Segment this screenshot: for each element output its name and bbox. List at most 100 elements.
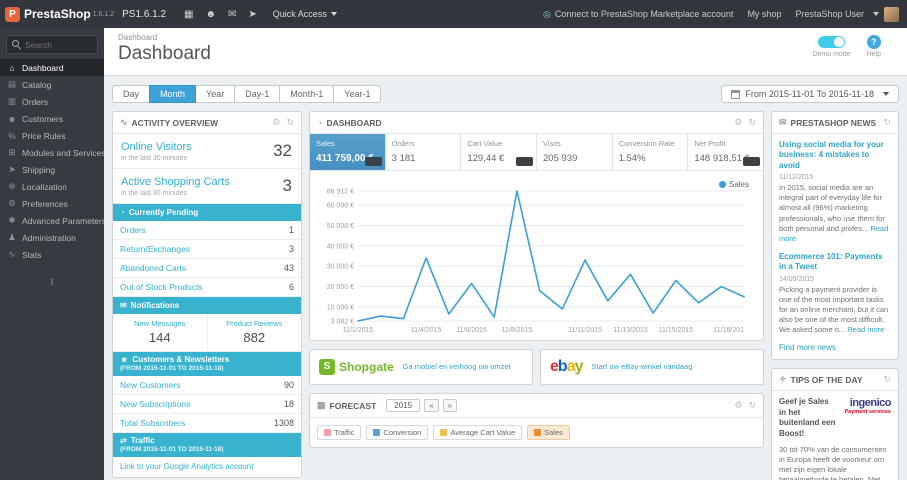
sidebar-item-catalog[interactable]: ▤ Catalog — [0, 76, 104, 93]
my-shop-link[interactable]: My shop — [747, 9, 781, 19]
total-subscribers-link[interactable]: Total Subscribers — [120, 418, 185, 428]
configure-icon[interactable]: ⚙ — [734, 117, 742, 128]
sidebar-item-dashboard[interactable]: ⌂ Dashboard — [0, 59, 104, 76]
sidebar-item-label: Dashboard — [22, 62, 64, 73]
quick-access-menu[interactable]: Quick Access — [263, 9, 347, 19]
range-day-1-button[interactable]: Day-1 — [234, 85, 281, 103]
sidebar-item-customers[interactable]: ☻ Customers — [0, 110, 104, 127]
sidebar-item-shipping[interactable]: ➤ Shipping — [0, 161, 104, 178]
brand-version: 1.6.1.2 — [92, 10, 115, 18]
search-input[interactable] — [25, 39, 93, 50]
sidebar-collapse-icon[interactable]: ‖ — [0, 277, 104, 287]
find-more-news-link[interactable]: Find more news — [779, 343, 836, 352]
kpi-cart-value[interactable]: Cart Value 129,44 € — [461, 134, 538, 170]
online-visitors-value: 32 — [273, 141, 292, 160]
demo-mode-toggle[interactable] — [818, 36, 846, 48]
chart-legend[interactable]: Sales — [718, 180, 749, 189]
active-carts-link[interactable]: Active Shopping Carts — [121, 176, 293, 188]
refresh-icon[interactable]: ↻ — [748, 117, 756, 128]
abandoned-carts-link[interactable]: Abandoned Carts — [120, 263, 186, 273]
pending-orders-link[interactable]: Orders — [120, 225, 146, 235]
forecast-legend-average-cart-value[interactable]: Average Cart Value — [433, 425, 523, 440]
google-analytics-link[interactable]: Link to your Google Analytics account — [113, 457, 301, 477]
tips-icon: ✧ — [779, 374, 787, 385]
shop-version-label[interactable]: PS1.6.1.2 — [122, 9, 166, 20]
chevron-down-icon — [883, 92, 889, 96]
forecast-year-select[interactable]: 2015 — [386, 399, 421, 412]
sidebar-item-orders[interactable]: ▥ Orders — [0, 93, 104, 110]
configure-icon[interactable]: ⚙ — [272, 117, 280, 128]
refresh-icon[interactable]: ↻ — [748, 400, 756, 411]
range-year-button[interactable]: Year — [195, 85, 236, 103]
new-customers-link[interactable]: New Customers — [120, 380, 180, 390]
sidebar-item-label: Shipping — [22, 164, 56, 175]
cart-icon[interactable]: ▦ — [178, 9, 199, 20]
section-subtitle: (FROM 2015-11-01 TO 2015-11-18) — [120, 365, 224, 372]
sidebar-item-advanced-parameters[interactable]: ✱ Advanced Parameters — [0, 212, 104, 229]
kpi-label: Cart Value — [467, 139, 503, 148]
pending-section-header: ◔ Currently Pending — [113, 204, 301, 221]
marketplace-link[interactable]: ◎ Connect to PrestaShop Marketplace acco… — [543, 9, 733, 20]
tips-top: Geef je Sales in het buitenland een Boos… — [779, 397, 892, 439]
forecast-prev-button[interactable]: « — [424, 399, 439, 412]
ebay-link[interactable]: Start uw eBay-winkel vandaag — [592, 362, 693, 372]
out-of-stock-link[interactable]: Out of Stock Products — [120, 282, 203, 292]
people-icon: ☻ — [120, 355, 129, 364]
user-menu[interactable]: PrestaShop User — [795, 6, 899, 22]
kpi-orders[interactable]: Orders 3 181 — [386, 134, 462, 170]
date-range-picker[interactable]: From 2015-11-01 To 2015-11-18 — [721, 85, 899, 103]
sidebar-item-preferences[interactable]: ⚙ Preferences — [0, 195, 104, 212]
forecast-legend-sales[interactable]: Sales — [527, 425, 570, 440]
range-month-1-button[interactable]: Month-1 — [279, 85, 335, 103]
range-month-button[interactable]: Month — [149, 85, 197, 103]
kpi-trend-badge — [364, 157, 382, 166]
range-year-1-button[interactable]: Year-1 — [333, 85, 382, 103]
online-visitors-link[interactable]: Online Visitors — [121, 141, 293, 153]
sidebar-item-price-rules[interactable]: % Price Rules — [0, 127, 104, 144]
news-article-excerpt: Picking a payment provider is one of the… — [779, 285, 891, 336]
sidebar-item-label: Orders — [22, 96, 48, 107]
help-button[interactable]: ? — [866, 35, 881, 49]
sidebar-item-administration[interactable]: ♟ Administration — [0, 229, 104, 246]
demo-mode-label: Demo mode — [812, 51, 851, 58]
kpi-net-profit[interactable]: Net Profit 148 918,51 € — [688, 134, 763, 170]
customer-icon[interactable]: ☻ — [199, 9, 222, 20]
page-header: Dashboard Dashboard Demo mode ? Help — [104, 28, 907, 76]
panel-title: PRESTASHOP NEWS — [790, 117, 877, 128]
sidebar-search[interactable] — [6, 35, 98, 54]
refresh-icon[interactable]: ↻ — [883, 117, 891, 128]
configure-icon[interactable]: ⚙ — [734, 400, 742, 411]
new-messages-cell[interactable]: New Messages 144 — [113, 314, 207, 351]
returns-link[interactable]: Return/Exchanges — [120, 244, 190, 254]
sidebar-item-localization[interactable]: ⊕ Localization — [0, 178, 104, 195]
read-more-link[interactable]: Read more — [847, 325, 884, 334]
user-label: PrestaShop User — [795, 9, 864, 19]
kpi-sales[interactable]: Sales 411 759,00 € — [310, 134, 386, 170]
range-day-button[interactable]: Day — [112, 85, 151, 103]
panel-title: DASHBOARD — [326, 117, 382, 128]
new-subscriptions-link[interactable]: New Subscriptions — [120, 399, 190, 409]
kpi-value: 1.54% — [618, 153, 646, 164]
svg-text:11/18/201: 11/18/201 — [713, 327, 744, 334]
news-article-link[interactable]: Using social media for your business: 4 … — [779, 140, 891, 171]
shopgate-link[interactable]: Ga mobiel en verhoog uw omzet — [403, 362, 511, 372]
prestashop-logo-icon[interactable]: P — [5, 6, 20, 22]
date-range-presets: Day Month Year Day-1 Month-1 Year-1 — [112, 85, 382, 103]
forecast-panel-header: ▦ FORECAST 2015 « » ⚙ ↻ — [310, 394, 763, 418]
refresh-icon[interactable]: ↻ — [286, 117, 294, 128]
forecast-next-button[interactable]: » — [442, 399, 457, 412]
product-reviews-cell[interactable]: Product Reviews 882 — [206, 314, 302, 351]
news-article-link[interactable]: Ecommerce 101: Payments in a Tweet — [779, 252, 891, 273]
brand-name[interactable]: PrestaShop — [24, 7, 91, 21]
svg-text:11/11/2015: 11/11/2015 — [568, 327, 602, 334]
panel-title: ACTIVITY OVERVIEW — [131, 117, 219, 128]
sidebar-item-modules[interactable]: ⊞ Modules and Services — [0, 144, 104, 161]
forecast-legend-conversion[interactable]: Conversion — [366, 425, 429, 440]
forecast-legend-traffic[interactable]: Traffic — [317, 425, 362, 440]
kpi-conversion-rate[interactable]: Conversion Rate 1.54% — [613, 134, 689, 170]
refresh-icon[interactable]: ↻ — [883, 374, 891, 385]
shop-front-icon[interactable]: ➤ — [242, 9, 262, 20]
sidebar-item-stats[interactable]: ∿ Stats — [0, 246, 104, 263]
messages-icon[interactable]: ✉ — [222, 9, 242, 20]
kpi-visits[interactable]: Visits 205 939 — [537, 134, 613, 170]
